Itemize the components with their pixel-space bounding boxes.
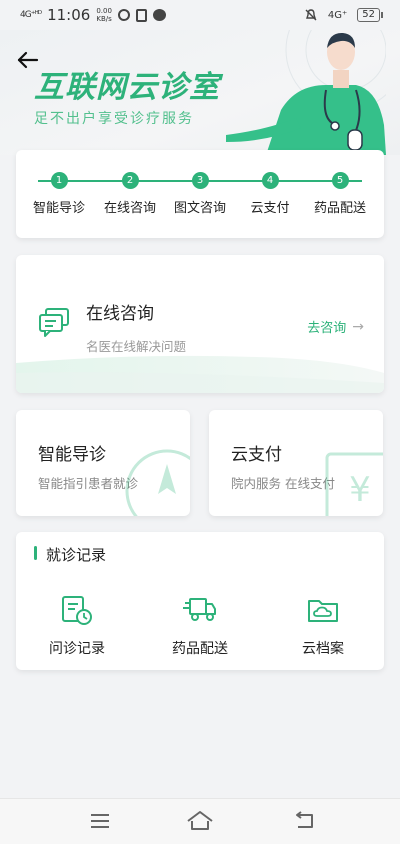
consult-history-item[interactable]: 问诊记录 [22,594,132,658]
step-number: 2 [121,172,139,189]
step-2: 2 在线咨询 [94,172,166,216]
menu-icon[interactable] [86,809,114,833]
compass-icon [125,449,190,516]
consult-title: 在线咨询 [86,304,154,324]
visit-records-card: 就诊记录 问诊记录 药品配送 云档案 [16,532,384,670]
step-1: 1 智能导诊 [23,172,95,216]
consult-subtitle: 名医在线解决问题 [86,339,187,354]
page-title: 互联网云诊室 [34,70,220,105]
step-5: 5 药品配送 [304,172,376,216]
delivery-truck-icon [183,598,216,621]
step-label: 在线咨询 [103,201,156,216]
record-item-label: 云档案 [302,641,344,657]
doctor-illustration [226,30,386,155]
step-4: 4 云支付 [234,172,306,216]
home-icon[interactable] [186,809,214,833]
step-number: 3 [191,172,209,189]
svg-text:¥: ¥ [349,470,371,510]
pay-title: 云支付 [231,445,282,465]
message-icon [152,9,166,21]
step-label: 云支付 [250,201,290,216]
step-number: 5 [331,172,349,189]
medicine-delivery-item[interactable]: 药品配送 [145,594,255,658]
section-accent-bar [34,546,37,560]
back-nav-icon[interactable] [290,809,318,833]
step-label: 智能导诊 [32,201,85,216]
payment-receipt-icon: ¥ [325,452,383,516]
page-header: 互联网云诊室 足不出户享受诊疗服务 [0,30,400,155]
system-nav-bar [0,798,400,844]
arrow-right-icon: → [352,318,364,335]
clipboard-clock-icon [62,596,92,625]
network-type: 4G⁺ [327,9,348,21]
cloud-pay-card[interactable]: 云支付 院内服务 在线支付 ¥ [209,410,383,516]
consult-wave-decoration [16,355,384,393]
step-label: 药品配送 [313,201,366,216]
smart-guide-card[interactable]: 智能导诊 智能指引患者就诊 [16,410,190,516]
go-consult-link[interactable]: 去咨询 → [307,317,364,337]
step-label: 图文咨询 [173,201,226,216]
status-bar: 4G⁺ᴴᴰ 11:06 0.00 KB/s 4G⁺ 52 [0,0,400,30]
step-3: 3 图文咨询 [164,172,236,216]
chat-bubbles-icon [39,308,69,337]
sync-icon [117,9,130,21]
step-number: 4 [261,172,279,189]
page-subtitle: 足不出户享受诊疗服务 [34,111,194,127]
cloud-archive-item[interactable]: 云档案 [268,594,378,658]
process-steps-card: 1 智能导诊 2 在线咨询 3 图文咨询 4 云支付 5 药品配送 [16,150,384,238]
online-consult-card[interactable]: 在线咨询 名医在线解决问题 去咨询 → [16,255,384,393]
app-notification-icon [135,8,147,22]
battery-indicator: 52 [357,8,383,22]
record-item-label: 药品配送 [172,641,228,657]
records-section-title: 就诊记录 [46,546,107,564]
net-speed: 0.00 KB/s [96,7,112,23]
signal-indicator: 4G⁺ᴴᴰ [20,10,42,20]
step-number: 1 [50,172,68,189]
go-consult-label: 去咨询 [307,321,347,336]
guide-title: 智能导诊 [38,445,106,465]
mute-bell-icon [305,9,317,21]
record-item-label: 问诊记录 [49,641,105,657]
cloud-folder-icon [308,600,338,622]
status-time: 11:06 [47,6,91,24]
